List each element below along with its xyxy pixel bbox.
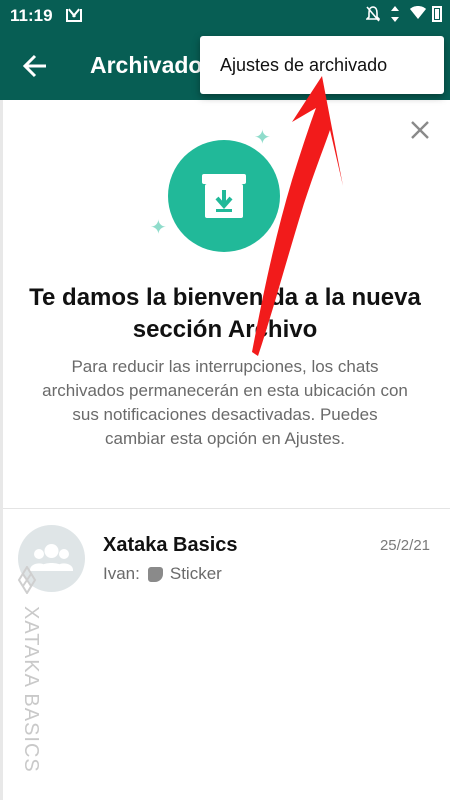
xataka-logo-icon xyxy=(17,566,37,594)
status-time: 11:19 xyxy=(10,6,53,25)
overflow-menu: Ajustes de archivado xyxy=(200,36,444,94)
sticker-icon xyxy=(147,566,163,582)
chat-name: Xataka Basics xyxy=(103,534,238,556)
wifi-icon xyxy=(410,6,426,22)
close-button[interactable] xyxy=(404,114,436,146)
chat-sender: Ivan: xyxy=(103,564,140,583)
back-button[interactable] xyxy=(20,50,52,82)
left-edge xyxy=(0,100,3,800)
arrow-left-icon xyxy=(22,54,46,78)
watermark: XATAKA BASICS xyxy=(20,606,42,773)
archive-box-icon xyxy=(202,174,246,218)
chat-message: Sticker xyxy=(169,564,222,583)
sparkle-icon: ✦ xyxy=(150,217,167,239)
page-title: Archivados xyxy=(90,52,216,78)
chat-preview: Ivan: Sticker xyxy=(103,564,222,584)
gmail-icon xyxy=(66,9,82,22)
menu-item-archive-settings[interactable]: Ajustes de archivado xyxy=(220,55,387,76)
notifications-off-icon xyxy=(365,6,381,22)
close-icon xyxy=(411,121,429,139)
status-bar: 11:19 xyxy=(0,0,450,32)
status-icons xyxy=(365,6,442,22)
chat-row[interactable]: Xataka Basics 25/2/21 Ivan: Sticker xyxy=(0,509,450,597)
welcome-description: Para reducir las interrupciones, los cha… xyxy=(42,357,408,448)
battery-icon xyxy=(432,6,442,22)
welcome-title: Te damos la bienvenida a la nueva secció… xyxy=(29,284,421,343)
archive-illustration xyxy=(168,140,280,252)
data-arrows-icon xyxy=(388,6,402,22)
chat-date: 25/2/21 xyxy=(379,537,430,554)
